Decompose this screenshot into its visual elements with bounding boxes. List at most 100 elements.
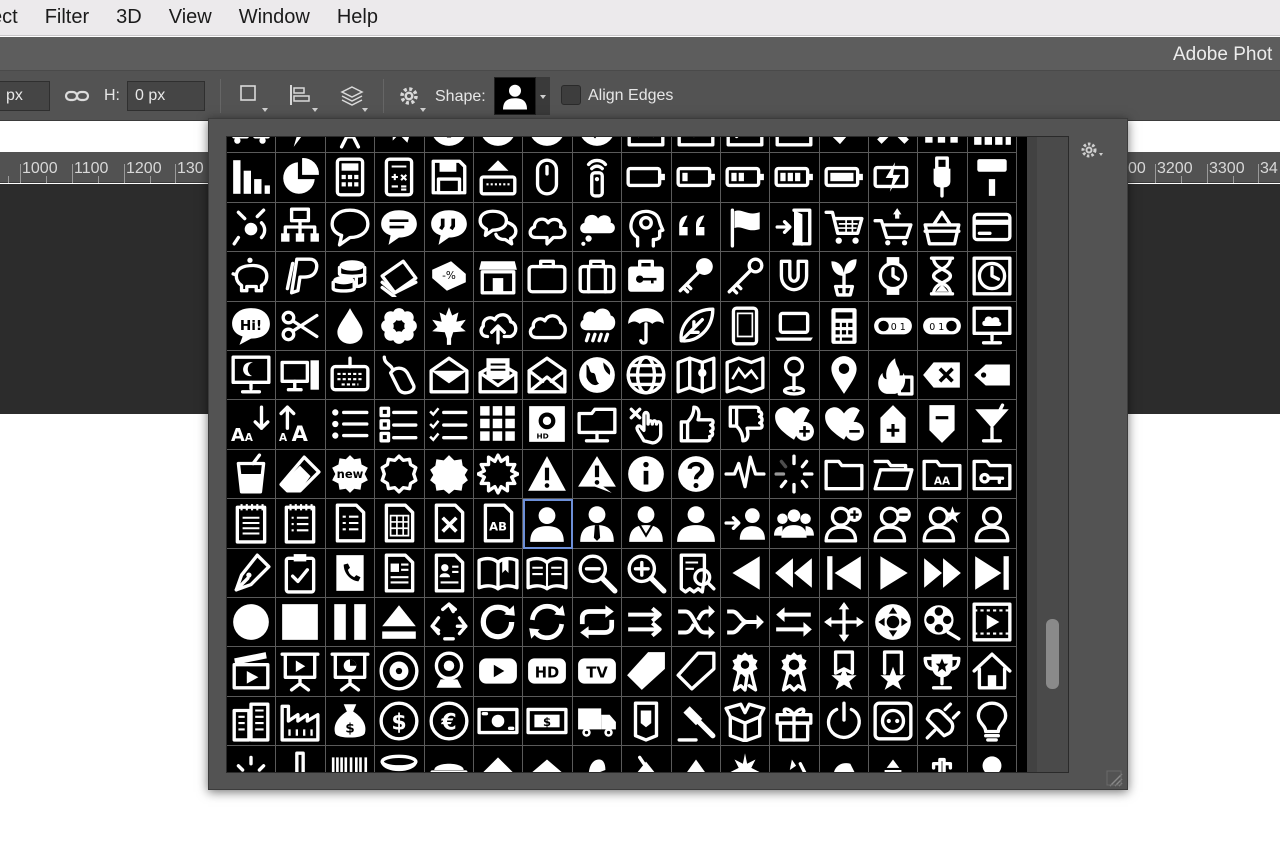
shape-cell-person-bust[interactable] — [523, 499, 573, 549]
shape-cell-dpad[interactable] — [869, 597, 919, 648]
shape-cell-spreadsheet[interactable] — [375, 499, 425, 549]
shape-cell-question-circle[interactable] — [671, 449, 721, 500]
shape-cell-map-pin-map[interactable] — [671, 350, 721, 401]
shape-cell-toggle-off[interactable]: 0 1 — [869, 301, 919, 351]
shape-cell-send-box[interactable] — [720, 137, 771, 154]
shape-cell-hat[interactable] — [572, 746, 623, 772]
shape-cell-pulse-line[interactable] — [720, 449, 771, 500]
shape-cell-person-remove[interactable] — [869, 499, 919, 549]
path-alignment-button[interactable] — [282, 80, 318, 112]
shape-cell-thumbs-up[interactable] — [671, 400, 721, 450]
shape-cell-delivery-truck[interactable] — [572, 696, 623, 747]
shape-cell-thumbs-down[interactable] — [720, 400, 771, 450]
shape-cell-network-tree[interactable] — [276, 202, 326, 253]
shape-cell-sync[interactable] — [523, 597, 573, 648]
shape-cell-trophy[interactable] — [918, 647, 968, 697]
shape-cell-record-circle[interactable] — [227, 597, 277, 648]
shape-cell-document-minus[interactable] — [918, 400, 968, 450]
shape-cell-cake[interactable] — [424, 746, 474, 772]
shape-cell-minus-circle[interactable] — [473, 137, 524, 154]
shape-cell-badge-spiky[interactable] — [473, 449, 524, 500]
shape-cell-clapperboard[interactable] — [227, 647, 277, 697]
menu-filter[interactable]: Filter — [45, 6, 89, 29]
shape-cell-heart-minus[interactable] — [819, 400, 870, 450]
shape-cell-folder[interactable] — [819, 449, 870, 500]
shape-cell-refresh[interactable] — [473, 597, 524, 648]
shape-cell-light-bulb[interactable] — [967, 696, 1018, 747]
shape-cell-desktop-tower[interactable] — [276, 350, 326, 401]
shape-cell-banknote[interactable] — [473, 696, 524, 747]
shape-cell-water-drop[interactable] — [325, 301, 376, 351]
shape-cell-star-ribbon-outline[interactable] — [869, 647, 919, 697]
shape-cell-battery-empty[interactable] — [622, 153, 672, 203]
shape-cell-list-checked[interactable] — [424, 400, 474, 450]
shape-cell-thought-bubble[interactable] — [572, 202, 623, 253]
shape-cell-globe-grid[interactable] — [622, 350, 672, 401]
shape-cell-package-open[interactable] — [720, 696, 771, 747]
shape-cell-shuffle[interactable] — [671, 597, 721, 648]
shape-cell-airplane[interactable] — [375, 137, 425, 154]
shape-cell-bar-chart-down[interactable] — [227, 153, 277, 203]
shape-cell-location-pin[interactable] — [819, 350, 870, 401]
shape-cell-notepad-lines[interactable] — [227, 499, 277, 549]
shape-cell-moon-star[interactable] — [770, 746, 820, 772]
shape-cell-battery-full[interactable] — [819, 153, 870, 203]
shape-cell-remote-control[interactable] — [572, 153, 623, 203]
shape-cell-envelope-open-alt[interactable] — [523, 350, 573, 401]
shape-cell-badge-outline[interactable] — [375, 449, 425, 500]
shape-cell-battery-low[interactable] — [671, 153, 721, 203]
shape-cell-envelope-letter[interactable] — [473, 350, 524, 401]
shape-cell-price-tag[interactable] — [967, 350, 1018, 401]
shape-cell-check-circle[interactable] — [572, 137, 623, 154]
shape-cell-open-book[interactable] — [473, 548, 524, 598]
shape-cell-heart-plus[interactable] — [770, 400, 820, 450]
height-field[interactable]: 0 px — [127, 81, 205, 111]
shape-cell-warning-triangle[interactable] — [523, 449, 573, 500]
shape-cell-arrows-right[interactable] — [622, 597, 672, 648]
shape-cell-calculator-keys[interactable] — [375, 153, 425, 203]
shape-cell-calculator[interactable] — [325, 153, 376, 203]
shape-cell-star-ribbon[interactable] — [819, 647, 870, 697]
path-arrangement-button[interactable] — [332, 80, 368, 112]
shape-cell-phone-book[interactable] — [325, 548, 376, 598]
shape-cell-receipt-search[interactable] — [671, 548, 721, 598]
shape-preview[interactable] — [494, 77, 536, 115]
shape-cell-battery-half[interactable] — [720, 153, 771, 203]
menu-3d[interactable]: 3D — [116, 6, 142, 29]
width-field[interactable]: px — [0, 81, 50, 111]
shape-cell-gift[interactable] — [770, 696, 820, 747]
shape-cell-hd-video[interactable]: HD — [523, 400, 573, 450]
shape-cell-id-card[interactable] — [424, 548, 474, 598]
shape-cell-x-box[interactable] — [622, 137, 672, 154]
shape-cell-new-badge[interactable]: new — [325, 449, 376, 500]
shape-cell-maple-leaf[interactable] — [424, 301, 474, 351]
shape-cell-cash-stack[interactable] — [375, 252, 425, 302]
shape-cell-lightning-bolt[interactable] — [276, 137, 326, 154]
shape-cell-quote-marks[interactable] — [671, 202, 721, 253]
shape-cell-map-pin[interactable] — [770, 350, 820, 401]
shape-cell-store-front[interactable] — [473, 252, 524, 302]
shape-cell-badge-filled[interactable] — [424, 449, 474, 500]
shape-cell-warning-speech[interactable] — [572, 449, 623, 500]
shape-cell-zoom-out[interactable] — [572, 548, 623, 598]
shape-cell-disc[interactable] — [375, 647, 425, 697]
shape-cell-head-brain[interactable] — [622, 202, 672, 253]
shape-cell-person-group-bust[interactable] — [671, 499, 721, 549]
picker-scrollbar[interactable] — [1037, 137, 1068, 772]
shape-cell-suitcase[interactable] — [572, 252, 623, 302]
shape-cell-wristwatch[interactable] — [869, 252, 919, 302]
shape-cell-pie-chart[interactable] — [276, 153, 326, 203]
shape-cell-hi-bubble[interactable]: Hi! — [227, 301, 277, 351]
shape-cell-presentation-play[interactable] — [276, 647, 326, 697]
shape-cell-monitor-cloud[interactable] — [967, 301, 1018, 351]
shape-cell-quote-bubble[interactable] — [424, 202, 474, 253]
shape-cell-folder-chart[interactable] — [572, 400, 623, 450]
shape-cell-person-suit[interactable] — [622, 499, 672, 549]
shape-cell-thermometer[interactable] — [276, 746, 326, 772]
path-operations-button[interactable] — [232, 80, 268, 112]
shape-cell-magnet[interactable] — [770, 252, 820, 302]
shape-cell-award-ribbon[interactable] — [720, 647, 771, 697]
shape-cell-recycle[interactable] — [424, 597, 474, 648]
shape-cell-plant-sprout[interactable] — [819, 252, 870, 302]
shape-cell-car-pair[interactable] — [227, 137, 277, 154]
